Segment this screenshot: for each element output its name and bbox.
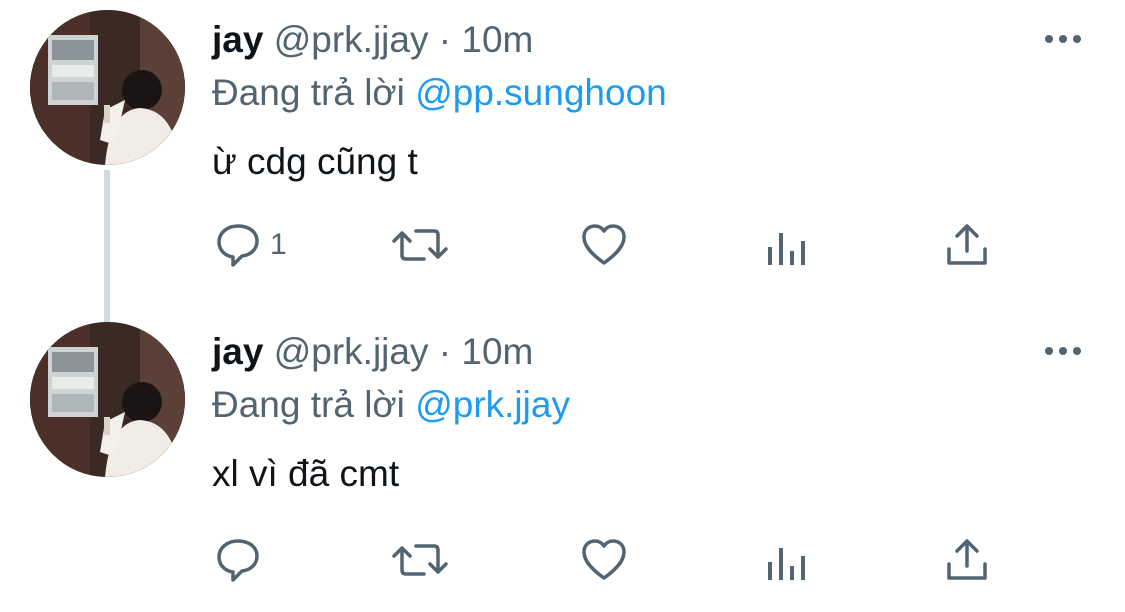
reply-button[interactable]: 1 — [214, 215, 287, 275]
more-dots-icon — [1045, 35, 1081, 43]
replying-to: Đang trả lời @prk.jjay — [212, 385, 570, 425]
like-button[interactable] — [580, 530, 628, 590]
views-button[interactable] — [765, 215, 809, 275]
reply-bubble-icon — [217, 224, 259, 267]
author-handle[interactable]: @prk.jjay — [274, 331, 429, 372]
reply-bubble-icon — [217, 539, 259, 582]
replying-label: Đang trả lời — [212, 384, 405, 425]
share-upload-icon — [947, 224, 987, 265]
separator-dot: · — [438, 331, 452, 372]
tweet-time[interactable]: 10m — [461, 19, 533, 60]
tweet-text: ừ cdg cũng t — [212, 141, 418, 182]
retweet-icon — [392, 229, 448, 261]
share-button[interactable] — [945, 215, 989, 275]
heart-icon — [582, 224, 626, 265]
avatar-photo — [30, 322, 185, 477]
share-button[interactable] — [945, 530, 989, 590]
mention-link[interactable]: @pp.sunghoon — [415, 72, 667, 113]
author-name[interactable]: jay — [212, 331, 263, 372]
avatar[interactable] — [30, 10, 185, 165]
tweet-actions — [0, 530, 1125, 590]
author-name[interactable]: jay — [212, 19, 263, 60]
more-options-button[interactable] — [1040, 338, 1086, 364]
like-button[interactable] — [580, 215, 628, 275]
views-button[interactable] — [765, 530, 809, 590]
retweet-button[interactable] — [390, 530, 450, 590]
mention-link[interactable]: @prk.jjay — [415, 384, 570, 425]
heart-icon — [582, 539, 626, 580]
retweet-button[interactable] — [390, 215, 450, 275]
tweet-header: jay @prk.jjay · 10m — [212, 332, 533, 372]
author-handle[interactable]: @prk.jjay — [274, 19, 429, 60]
retweet-icon — [392, 544, 448, 576]
reply-count: 1 — [270, 228, 287, 261]
replying-label: Đang trả lời — [212, 72, 405, 113]
more-dots-icon — [1045, 347, 1081, 355]
replying-to: Đang trả lời @pp.sunghoon — [212, 73, 667, 113]
separator-dot: · — [438, 19, 452, 60]
tweet[interactable]: jay @prk.jjay · 10m Đang trả lời @pp.sun… — [0, 0, 1125, 300]
reply-button[interactable] — [214, 530, 270, 590]
tweet-actions: 1 — [0, 215, 1125, 275]
tweet-time[interactable]: 10m — [461, 331, 533, 372]
avatar[interactable] — [30, 322, 185, 477]
tweet-header: jay @prk.jjay · 10m — [212, 20, 533, 60]
avatar-photo — [30, 10, 185, 165]
tweet-text: xl vì đã cmt — [212, 453, 400, 494]
analytics-bars-icon — [768, 233, 805, 265]
share-upload-icon — [947, 539, 987, 580]
more-options-button[interactable] — [1040, 26, 1086, 52]
analytics-bars-icon — [768, 548, 805, 580]
tweet[interactable]: jay @prk.jjay · 10m Đang trả lời @prk.jj… — [0, 312, 1125, 612]
